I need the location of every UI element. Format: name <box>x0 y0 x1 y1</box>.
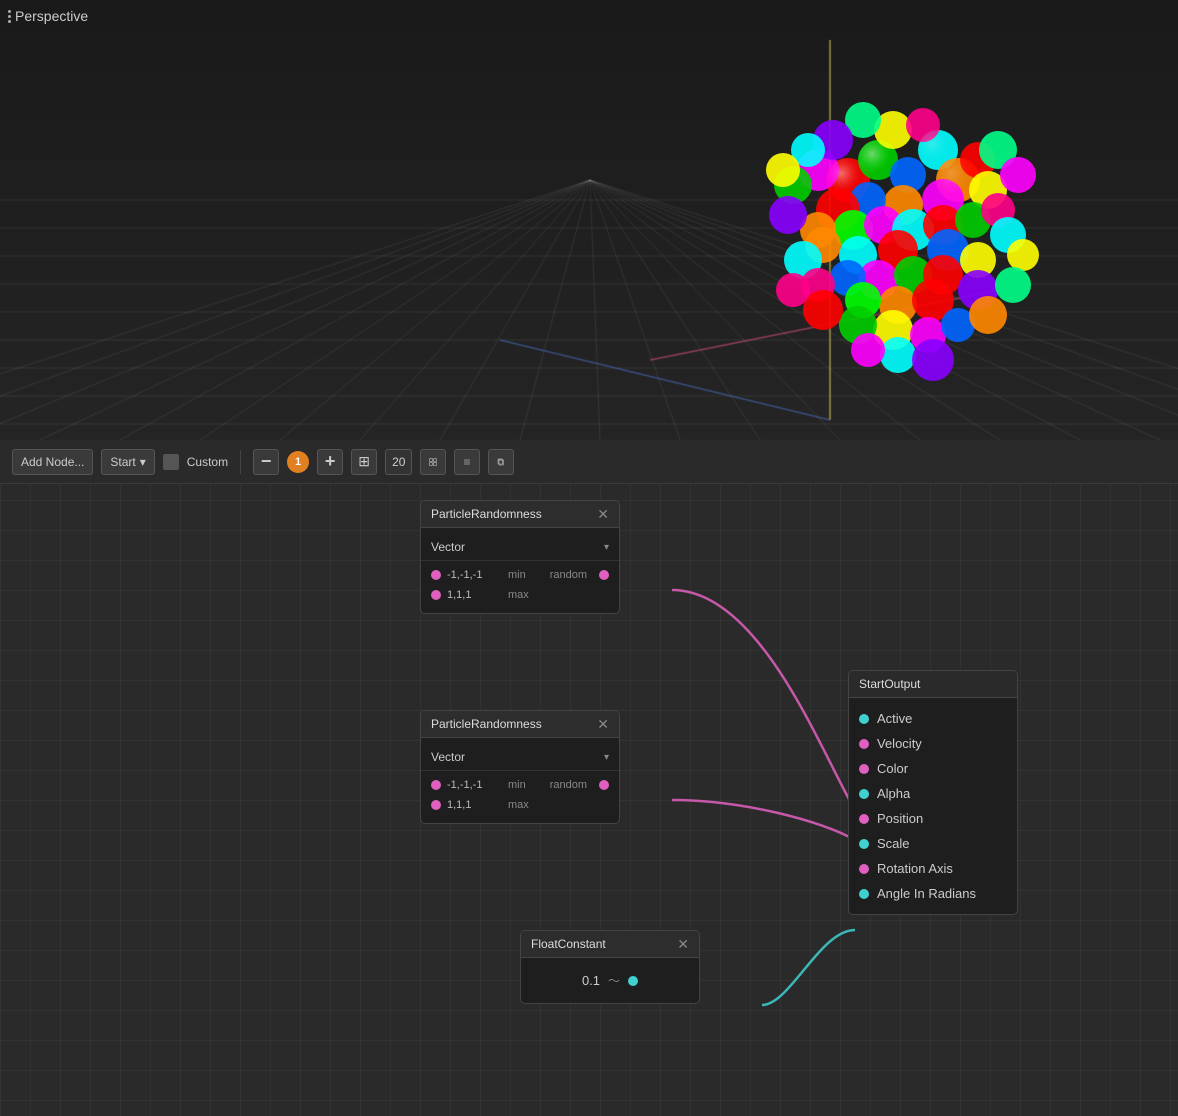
output-label-position: Position <box>877 811 923 826</box>
output-label-scale: Scale <box>877 836 910 851</box>
fc-value-display: 0.1 <box>582 973 600 988</box>
pr-node2-header: ParticleRandomness ✕ <box>421 711 619 738</box>
pr-node2-min-dot <box>431 780 441 790</box>
pr-node2-min-value: -1,-1,-1 <box>447 779 502 791</box>
pr-node2-random-label: random <box>550 779 587 791</box>
pr-node2-body: Vector ▾ -1,-1,-1 min random 1,1,1 max <box>421 738 619 823</box>
pr-node1-random-label: random <box>550 569 587 581</box>
startoutput-body: Active Velocity Color Alpha Position Sca… <box>849 698 1017 914</box>
viewport-label: Perspective <box>8 8 88 24</box>
zoom-value-display: 20 <box>385 449 412 475</box>
pr-node2-close[interactable]: ✕ <box>597 717 609 731</box>
pr-node2-random-output-dot <box>599 780 609 790</box>
drag-handle-icon <box>8 10 11 23</box>
pr-node2-type-label: Vector <box>431 750 465 764</box>
output-label-color: Color <box>877 761 908 776</box>
pr-node1-header: ParticleRandomness ✕ <box>421 501 619 528</box>
fc-wavy-icon: 〜 <box>608 972 620 989</box>
pr-node2-max-label: max <box>508 799 529 811</box>
arrange-button[interactable] <box>420 449 446 475</box>
pr-node2-title: ParticleRandomness <box>431 717 542 731</box>
align-button[interactable] <box>454 449 480 475</box>
pr-node2-max-dot <box>431 800 441 810</box>
fc-value-row: 0.1 〜 <box>521 966 699 995</box>
pr-node2-max-value: 1,1,1 <box>447 799 502 811</box>
startoutput-header: StartOutput <box>849 671 1017 698</box>
output-dot-color <box>859 764 869 774</box>
pr-node1-max-dot <box>431 590 441 600</box>
toolbar-separator <box>240 450 241 474</box>
pr-node1-title: ParticleRandomness <box>431 507 542 521</box>
pr-node1-random-output-dot <box>599 570 609 580</box>
layout-button[interactable]: ⊞ <box>351 449 377 475</box>
fc-node-body: 0.1 〜 <box>521 958 699 1003</box>
output-row-color: Color <box>849 756 1017 781</box>
pr-node1-body: Vector ▾ -1,-1,-1 min random 1,1,1 max <box>421 528 619 613</box>
pr-node1-min-dot <box>431 570 441 580</box>
output-label-active: Active <box>877 711 912 726</box>
node-count-badge: 1 <box>287 451 309 473</box>
particle-randomness-node-2: ParticleRandomness ✕ Vector ▾ -1,-1,-1 m… <box>420 710 620 824</box>
node-editor: Add Node... Start ▾ Custom − 1 + ⊞ 20 <box>0 440 1178 1116</box>
particle-randomness-node-1: ParticleRandomness ✕ Vector ▾ -1,-1,-1 m… <box>420 500 620 614</box>
output-dot-velocity <box>859 739 869 749</box>
output-row-position: Position <box>849 806 1017 831</box>
output-label-velocity: Velocity <box>877 736 922 751</box>
fc-output-dot <box>628 976 638 986</box>
pr-node2-dropdown-arrow: ▾ <box>604 752 609 763</box>
pr-node2-type-dropdown[interactable]: Vector ▾ <box>421 746 619 771</box>
pr-node1-type-label: Vector <box>431 540 465 554</box>
pr-node1-min-row: -1,-1,-1 min random <box>421 565 619 585</box>
copy-button[interactable] <box>488 449 514 475</box>
output-dot-alpha <box>859 789 869 799</box>
pr-node2-max-row: 1,1,1 max <box>421 795 619 815</box>
start-dropdown-button[interactable]: Start ▾ <box>101 449 154 475</box>
output-row-active: Active <box>849 706 1017 731</box>
pr-node1-close[interactable]: ✕ <box>597 507 609 521</box>
output-label-rotation-axis: Rotation Axis <box>877 861 953 876</box>
output-dot-scale <box>859 839 869 849</box>
3d-viewport[interactable]: Perspective <box>0 0 1178 440</box>
pr-node1-dropdown-arrow: ▾ <box>604 542 609 553</box>
color-swatch[interactable] <box>163 454 179 470</box>
fc-node-title: FloatConstant <box>531 937 606 951</box>
output-dot-rotation-axis <box>859 864 869 874</box>
custom-label: Custom <box>187 455 228 469</box>
fc-node-close[interactable]: ✕ <box>677 937 689 951</box>
zoom-out-button[interactable]: − <box>253 449 279 475</box>
output-label-angle: Angle In Radians <box>877 886 976 901</box>
output-row-scale: Scale <box>849 831 1017 856</box>
output-dot-active <box>859 714 869 724</box>
output-dot-angle <box>859 889 869 899</box>
pr-node2-min-row: -1,-1,-1 min random <box>421 775 619 795</box>
node-editor-toolbar: Add Node... Start ▾ Custom − 1 + ⊞ 20 <box>0 440 1178 484</box>
add-node-button[interactable]: Add Node... <box>12 449 93 475</box>
pr-node1-min-label: min <box>508 569 526 581</box>
pr-node1-min-value: -1,-1,-1 <box>447 569 502 581</box>
output-row-alpha: Alpha <box>849 781 1017 806</box>
pr-node1-max-row: 1,1,1 max <box>421 585 619 605</box>
zoom-in-button[interactable]: + <box>317 449 343 475</box>
float-constant-node: FloatConstant ✕ 0.1 〜 <box>520 930 700 1004</box>
output-label-alpha: Alpha <box>877 786 910 801</box>
output-row-velocity: Velocity <box>849 731 1017 756</box>
start-output-node: StartOutput Active Velocity Color Alpha … <box>848 670 1018 915</box>
pr-node1-type-dropdown[interactable]: Vector ▾ <box>421 536 619 561</box>
pr-node2-min-label: min <box>508 779 526 791</box>
pr-node1-max-label: max <box>508 589 529 601</box>
particle-cluster <box>638 30 1058 420</box>
pr-node1-max-value: 1,1,1 <box>447 589 502 601</box>
startoutput-title: StartOutput <box>859 677 920 691</box>
output-row-angle: Angle In Radians <box>849 881 1017 906</box>
output-dot-position <box>859 814 869 824</box>
fc-node-header: FloatConstant ✕ <box>521 931 699 958</box>
output-row-rotation-axis: Rotation Axis <box>849 856 1017 881</box>
